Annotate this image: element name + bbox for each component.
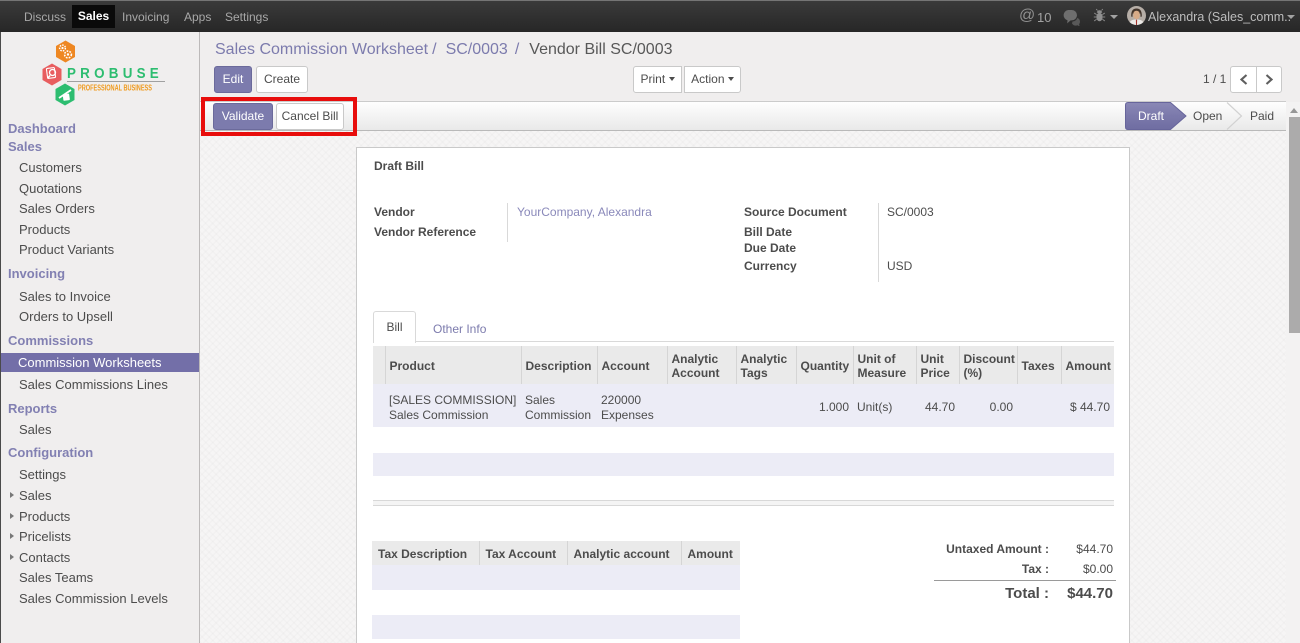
svg-text:Paid: Paid [1250,109,1274,123]
svg-text:Draft: Draft [1138,109,1165,123]
svg-text:PROBUSE: PROBUSE [67,66,163,82]
svg-text:Open: Open [1193,109,1222,123]
svg-text:PROFESSIONAL BUSINESS: PROFESSIONAL BUSINESS [78,84,152,93]
